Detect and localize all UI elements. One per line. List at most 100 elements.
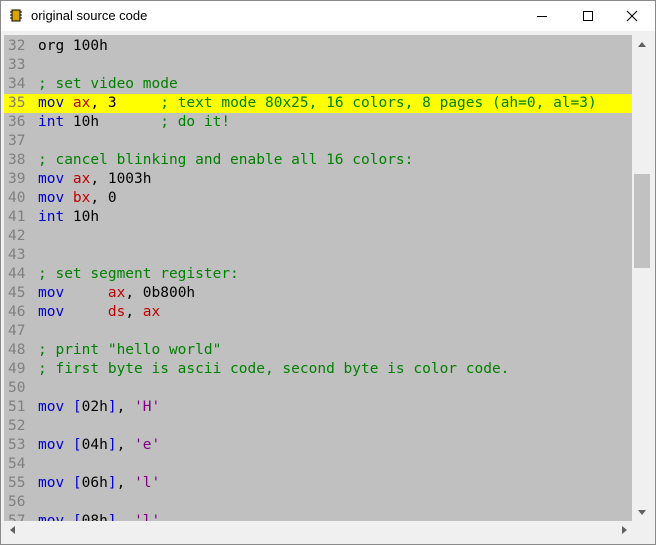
code-line[interactable]: 48 ; print "hello world" <box>4 341 632 360</box>
minimize-icon <box>537 16 547 17</box>
code-editor[interactable]: 32 org 100h 33 34; set video mode 35 mov ax, … <box>4 35 632 521</box>
code-token: , 0 <box>90 190 117 206</box>
code-text: org 100h <box>36 37 108 56</box>
code-line[interactable]: 41 int 10h <box>4 208 632 227</box>
line-number: 48 <box>8 342 26 358</box>
code-text: mov ds, ax <box>36 303 160 322</box>
code-token: mov <box>38 171 73 187</box>
code-text: mov [02h], 'H' <box>36 398 160 417</box>
maximize-icon <box>583 11 593 21</box>
code-line[interactable]: 44 ; set segment register: <box>4 265 632 284</box>
code-token: ax <box>142 304 161 320</box>
code-line[interactable]: 56 <box>4 493 632 512</box>
code-line[interactable]: 47 <box>4 322 632 341</box>
code-text: mov ax, 1003h <box>36 170 152 189</box>
code-line[interactable]: 54 <box>4 455 632 474</box>
title-bar[interactable]: original source code <box>1 1 655 31</box>
code-line[interactable]: 34 ; set video mode <box>4 75 632 94</box>
code-token: 'l' <box>134 475 161 491</box>
minimize-button[interactable] <box>519 1 565 31</box>
code-text: mov [04h], 'e' <box>36 436 160 455</box>
scroll-down-button[interactable] <box>633 504 651 521</box>
line-number: 54 <box>8 456 26 472</box>
code-token: 'l' <box>134 513 161 521</box>
line-number: 43 <box>8 247 26 263</box>
scrollbar-thumb[interactable] <box>634 174 650 268</box>
code-token: 10h <box>64 114 161 130</box>
code-line[interactable]: 45 mov ax, 0b800h <box>4 284 632 303</box>
code-line[interactable]: 50 <box>4 379 632 398</box>
arrow-right-icon <box>622 526 627 534</box>
code-token: , <box>116 475 135 491</box>
code-text: ; cancel blinking and enable all 16 colo… <box>36 151 413 170</box>
code-token: ] <box>107 437 117 453</box>
code-text: int 10h <box>36 208 99 227</box>
code-token: ] <box>107 513 117 521</box>
code-token: mov <box>38 513 73 521</box>
code-line[interactable]: 33 <box>4 56 632 75</box>
code-line[interactable]: 40 mov bx, 0 <box>4 189 632 208</box>
code-token: mov <box>38 437 73 453</box>
code-text: ; first byte is ascii code, second byte … <box>36 360 509 379</box>
code-text: int 10h ; do it! <box>36 113 230 132</box>
arrow-left-icon <box>10 526 15 534</box>
code-line[interactable]: 57 mov [08h], 'l' <box>4 512 632 521</box>
code-token: [ <box>72 437 82 453</box>
code-line[interactable]: 53 mov [04h], 'e' <box>4 436 632 455</box>
code-line[interactable]: 43 <box>4 246 632 265</box>
vertical-scrollbar[interactable] <box>633 36 651 521</box>
scroll-right-button[interactable] <box>616 521 633 539</box>
code-token: ; print "hello world" <box>38 342 222 358</box>
code-token: 'H' <box>134 399 161 415</box>
code-token: ] <box>107 399 117 415</box>
code-line[interactable]: 37 <box>4 132 632 151</box>
line-number: 51 <box>8 399 26 415</box>
code-line[interactable]: 46 mov ds, ax <box>4 303 632 322</box>
scroll-up-button[interactable] <box>633 36 651 53</box>
close-button[interactable] <box>609 1 655 31</box>
scroll-left-button[interactable] <box>4 521 21 539</box>
code-line[interactable]: 42 <box>4 227 632 246</box>
horizontal-scrollbar[interactable] <box>4 521 633 539</box>
code-token: ; set video mode <box>38 76 178 92</box>
code-line[interactable]: 39 mov ax, 1003h <box>4 170 632 189</box>
line-number: 52 <box>8 418 26 434</box>
code-token: [ <box>72 513 82 521</box>
code-token: mov <box>38 190 73 206</box>
scrollbar-corner <box>633 521 651 539</box>
code-line[interactable]: 52 <box>4 417 632 436</box>
line-number: 32 <box>8 38 26 54</box>
code-token: mov <box>38 475 73 491</box>
line-number: 49 <box>8 361 26 377</box>
code-token: , <box>116 399 135 415</box>
code-line[interactable]: 36 int 10h ; do it! <box>4 113 632 132</box>
code-token: int <box>38 209 65 225</box>
code-token: 02h <box>81 399 108 415</box>
code-token: 06h <box>81 475 108 491</box>
code-token: ; do it! <box>160 114 231 130</box>
line-number: 37 <box>8 133 26 149</box>
code-token: ds <box>107 304 126 320</box>
line-number: 47 <box>8 323 26 339</box>
line-number: 33 <box>8 57 26 73</box>
code-text: mov ax, 0b800h <box>36 284 195 303</box>
code-line[interactable]: 32 org 100h <box>4 37 632 56</box>
code-token: [ <box>72 475 82 491</box>
code-token: mov <box>38 399 73 415</box>
code-token: 'e' <box>134 437 161 453</box>
code-text: ; set segment register: <box>36 265 239 284</box>
editor-window: original source code 32 org 100h 33 34 ; set… <box>0 0 656 545</box>
code-token: mov <box>38 304 108 320</box>
code-text: mov [08h], 'l' <box>36 512 160 521</box>
code-text: ; set video mode <box>36 75 178 94</box>
code-token: , <box>125 304 143 320</box>
maximize-button[interactable] <box>565 1 611 31</box>
code-line-highlighted[interactable]: 35 mov ax, 3 ; text mode 80x25, 16 colors… <box>4 94 632 113</box>
code-token: ; cancel blinking and enable all 16 colo… <box>38 152 414 168</box>
code-token: ax <box>72 95 91 111</box>
chip-icon <box>10 9 22 22</box>
code-line[interactable]: 55 mov [06h], 'l' <box>4 474 632 493</box>
code-line[interactable]: 49 ; first byte is ascii code, second byt… <box>4 360 632 379</box>
code-line[interactable]: 38 ; cancel blinking and enable all 16 co… <box>4 151 632 170</box>
code-line[interactable]: 51 mov [02h], 'H' <box>4 398 632 417</box>
